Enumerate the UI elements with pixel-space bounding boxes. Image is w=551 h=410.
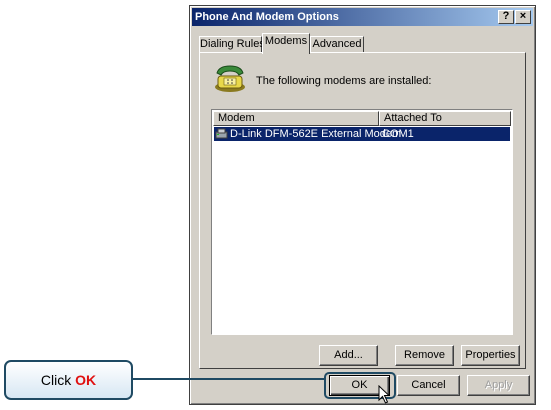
column-header-attached-to[interactable]: Attached To	[379, 111, 511, 126]
modem-name-cell: D-Link DFM-562E External Modem	[230, 128, 402, 140]
mouse-cursor-icon	[378, 385, 391, 404]
title-bar[interactable]: Phone And Modem Options ? ×	[192, 8, 533, 26]
tab-modems[interactable]: Modems	[262, 33, 310, 54]
callout-connector-line	[133, 378, 325, 380]
callout-prefix: Click	[40, 372, 76, 388]
attached-to-cell: COM1	[382, 128, 414, 140]
tab-advanced[interactable]: Advanced	[310, 36, 364, 53]
modem-list[interactable]: Modem Attached To D-Link DFM-562E Extern…	[211, 109, 513, 335]
modem-list-row[interactable]: D-Link DFM-562E External Modem COM1	[214, 127, 510, 141]
cancel-button[interactable]: Cancel	[397, 375, 460, 396]
close-button[interactable]: ×	[515, 10, 531, 24]
installed-modems-message: The following modems are installed:	[256, 75, 432, 87]
phone-and-modem-options-dialog: Phone And Modem Options ? × Dialing Rule…	[189, 5, 536, 405]
telephone-icon	[215, 65, 245, 92]
window-title: Phone And Modem Options	[195, 11, 339, 23]
apply-button: Apply	[467, 375, 530, 396]
help-button[interactable]: ?	[498, 10, 514, 24]
callout-emphasis: OK	[75, 372, 97, 388]
add-button[interactable]: Add...	[319, 345, 378, 366]
tab-dialing-rules[interactable]: Dialing Rules	[199, 36, 265, 53]
properties-button[interactable]: Properties	[461, 345, 520, 366]
remove-button[interactable]: Remove	[395, 345, 454, 366]
click-ok-callout: Click OK	[4, 360, 133, 400]
column-header-modem[interactable]: Modem	[213, 111, 379, 126]
modems-tab-panel: The following modems are installed: Mode…	[199, 52, 526, 369]
modem-icon	[215, 128, 228, 139]
